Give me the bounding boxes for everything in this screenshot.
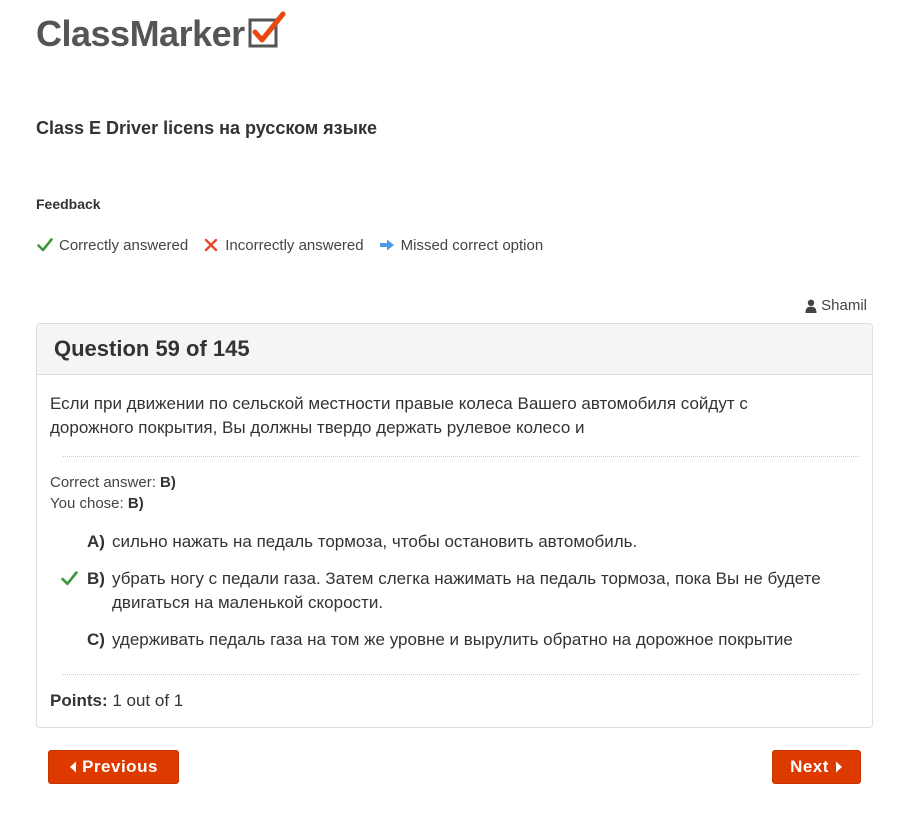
user-name: Shamil [821,297,867,314]
option-c-letter: C) [87,630,105,649]
caret-left-icon [70,761,77,773]
divider [63,674,860,675]
arrow-right-icon [378,236,396,254]
chosen-answer-label: You chose: [50,495,124,512]
option-a-letter: A) [87,532,105,551]
question-number: Question 59 of 145 [54,336,250,361]
quiz-title: Class E Driver licens на русском языке [36,118,378,138]
option-b-mark [50,567,87,615]
legend-correct-label: Correctly answered [59,236,189,254]
option-b: B) убрать ногу с педали газа. Затем слег… [50,567,850,615]
legend-incorrect-label: Incorrectly answered [225,236,364,254]
caret-right-icon [835,761,842,773]
option-b-text: убрать ногу с педали газа. Затем слегка … [112,569,821,612]
user-icon [805,299,817,313]
previous-button[interactable]: Previous [48,750,179,784]
logo-checkbox-icon [248,11,286,48]
cross-icon [202,236,220,254]
next-button[interactable]: Next [772,750,861,784]
check-icon [61,571,78,586]
chosen-answer-value: B) [127,495,144,512]
points-value: 1 out of 1 [112,691,184,710]
legend-incorrect: Incorrectly answered [202,236,364,254]
question-panel: Question 59 of 145 Если при движении по … [36,323,873,728]
feedback-title: Feedback [36,196,101,212]
points: Points: 1 out of 1 [50,691,183,711]
previous-button-label: Previous [82,757,158,776]
logo-text: ClassMarker [36,13,245,54]
check-icon [36,236,54,254]
legend-correct: Correctly answered [36,236,188,254]
option-a-text: сильно нажать на педаль тормоза, чтобы о… [112,532,638,551]
option-a: A) сильно нажать на педаль тормоза, чтоб… [50,530,850,554]
option-c-text: удерживать педаль газа на том же уровне … [112,630,793,649]
divider [63,456,860,457]
correct-answer: Correct answer: B) [50,474,176,491]
question-text: Если при движении по сельской местности … [50,394,748,437]
classmarker-logo: ClassMarker [36,11,287,54]
chosen-answer: You chose: B) [50,495,144,512]
next-button-label: Next [790,757,829,776]
option-a-mark [50,530,87,554]
points-label: Points: [50,691,108,710]
feedback-legend: Correctly answered Incorrectly answered … [36,236,557,254]
option-c-mark [50,628,87,652]
correct-answer-value: B) [160,474,176,491]
correct-answer-label: Correct answer: [50,474,156,491]
option-c: C) удерживать педаль газа на том же уров… [50,628,850,652]
legend-missed-label: Missed correct option [400,236,544,254]
user-info: Shamil [805,297,867,314]
legend-missed: Missed correct option [378,236,544,254]
option-b-letter: B) [87,569,105,588]
question-heading: Question 59 of 145 [37,324,872,375]
